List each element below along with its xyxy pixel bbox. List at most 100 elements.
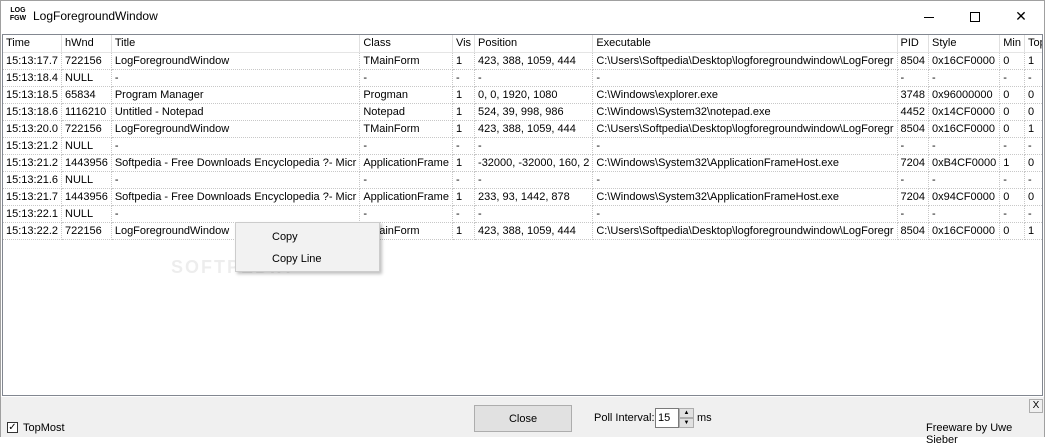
column-header-class[interactable]: Class — [359, 35, 453, 53]
column-header-pid[interactable]: PID — [897, 35, 930, 53]
cell-position: -32000, -32000, 160, 2 — [474, 154, 594, 172]
topmost-checkbox[interactable]: ✓ — [7, 422, 18, 433]
cell-style: - — [928, 137, 1001, 155]
table-row[interactable]: 15:13:21.2 NULL - - - - - - - - - — [3, 137, 1042, 155]
table-row[interactable]: 15:13:21.7 1443956 Softpedia - Free Downlo… — [3, 188, 1042, 206]
app-icon-text-top: LOG — [10, 7, 26, 14]
table-row[interactable]: 15:13:18.4 NULL - - - - - - - - - — [3, 69, 1042, 87]
cell-vis: 1 — [452, 188, 476, 206]
table-row[interactable]: 15:13:22.2 722156 LogForegroundWindow TMain… — [3, 222, 1042, 240]
cell-top: 0 — [1024, 103, 1042, 121]
column-header-time[interactable]: Time — [3, 35, 62, 53]
cell-min: 0 — [999, 52, 1025, 70]
cell-pid: 8504 — [897, 120, 930, 138]
cell-pid: 7204 — [897, 154, 930, 172]
context-menu: Copy Copy Line — [235, 222, 380, 272]
cell-hwnd: NULL — [61, 137, 112, 155]
minimize-button[interactable] — [906, 1, 952, 32]
close-icon: ✕ — [1015, 8, 1027, 24]
cell-vis: - — [452, 205, 476, 223]
cell-hwnd: NULL — [61, 171, 112, 189]
poll-spin-up-button[interactable]: ▲ — [679, 408, 694, 418]
cell-vis: 1 — [452, 222, 476, 240]
cell-vis: 1 — [452, 103, 476, 121]
cell-pid: 8504 — [897, 52, 930, 70]
cell-title: Untitled - Notepad — [111, 103, 361, 121]
cell-hwnd: 722156 — [61, 120, 112, 138]
cell-style: 0x16CF0000 — [928, 120, 1001, 138]
maximize-button[interactable] — [952, 1, 998, 32]
app-icon-text-bottom: FGW — [9, 15, 27, 22]
cell-min: 0 — [999, 86, 1025, 104]
cell-position: 423, 388, 1059, 444 — [474, 52, 594, 70]
cell-position: - — [474, 171, 594, 189]
cell-min: 1 — [999, 154, 1025, 172]
column-header-min[interactable]: Min — [999, 35, 1025, 53]
x-button[interactable]: X — [1029, 399, 1043, 413]
poll-spin-down-button[interactable]: ▼ — [679, 418, 694, 428]
column-header-vis[interactable]: Vis — [452, 35, 476, 53]
cell-pid: 8504 — [897, 222, 930, 240]
cell-vis: - — [452, 171, 476, 189]
cell-time: 15:13:17.7 — [3, 52, 62, 70]
table-row[interactable]: 15:13:21.6 NULL - - - - - - - - - — [3, 171, 1042, 189]
title-bar[interactable]: LOG FGW LogForegroundWindow ✕ — [1, 1, 1044, 32]
cell-style: - — [928, 205, 1001, 223]
topmost-label[interactable]: TopMost — [23, 422, 65, 434]
cell-position: - — [474, 137, 594, 155]
cell-top: - — [1024, 171, 1042, 189]
cell-class: ApplicationFrame — [359, 188, 453, 206]
context-menu-copy[interactable]: Copy — [236, 226, 379, 248]
close-window-button[interactable]: ✕ — [998, 1, 1044, 32]
cell-class: Notepad — [359, 103, 453, 121]
log-list[interactable]: Time hWnd Title Class Vis Position Execu… — [2, 34, 1043, 396]
cell-top: - — [1024, 137, 1042, 155]
table-row[interactable]: 15:13:21.2 1443956 Softpedia - Free Downlo… — [3, 154, 1042, 172]
cell-style: - — [928, 69, 1001, 87]
cell-title: Program Manager — [111, 86, 361, 104]
table-row[interactable]: 15:13:20.0 722156 LogForegroundWindow TMain… — [3, 120, 1042, 138]
cell-pid: - — [897, 137, 930, 155]
cell-time: 15:13:22.1 — [3, 205, 62, 223]
column-header-position[interactable]: Position — [474, 35, 594, 53]
cell-executable: - — [592, 69, 898, 87]
cell-position: 0, 0, 1920, 1080 — [474, 86, 594, 104]
cell-class: ApplicationFrame — [359, 154, 453, 172]
column-header-top[interactable]: Top — [1024, 35, 1042, 53]
cell-time: 15:13:20.0 — [3, 120, 62, 138]
cell-style: 0x96000000 — [928, 86, 1001, 104]
cell-time: 15:13:18.5 — [3, 86, 62, 104]
poll-interval-input[interactable] — [655, 408, 679, 428]
table-row[interactable]: 15:13:22.1 NULL - - - - - - - - - — [3, 205, 1042, 223]
table-row[interactable]: 15:13:18.5 65834 Program Manager Progman 1 0,… — [3, 86, 1042, 104]
column-header-executable[interactable]: Executable — [592, 35, 898, 53]
cell-pid: - — [897, 171, 930, 189]
cell-executable: C:\Users\Softpedia\Desktop\logforeground… — [592, 52, 898, 70]
column-header-hwnd[interactable]: hWnd — [61, 35, 112, 53]
cell-style: 0x94CF0000 — [928, 188, 1001, 206]
cell-hwnd: 1116210 — [61, 103, 112, 121]
cell-min: 0 — [999, 120, 1025, 138]
cell-executable: C:\Windows\System32\ApplicationFrameHost… — [592, 154, 898, 172]
cell-executable: C:\Users\Softpedia\Desktop\logforeground… — [592, 120, 898, 138]
table-row[interactable]: 15:13:17.7 722156 LogForegroundWindow TMain… — [3, 52, 1042, 70]
context-menu-copy-line[interactable]: Copy Line — [236, 248, 379, 270]
cell-min: - — [999, 137, 1025, 155]
cell-hwnd: 65834 — [61, 86, 112, 104]
credit-text: Freeware by Uwe Sieber — [926, 422, 1013, 446]
column-header-title[interactable]: Title — [111, 35, 361, 53]
footer-bar: X ✓ TopMost Close Poll Interval: ▲ ▼ ms … — [1, 397, 1044, 446]
cell-executable: C:\Windows\System32\ApplicationFrameHost… — [592, 188, 898, 206]
cell-class: - — [359, 205, 453, 223]
table-row[interactable]: 15:13:18.6 1116210 Untitled - Notepad Notep… — [3, 103, 1042, 121]
cell-class: - — [359, 171, 453, 189]
column-header-style[interactable]: Style — [928, 35, 1001, 53]
cell-top: 0 — [1024, 188, 1042, 206]
cell-style: 0x14CF0000 — [928, 103, 1001, 121]
close-button[interactable]: Close — [474, 405, 572, 432]
cell-class: - — [359, 137, 453, 155]
cell-pid: 4452 — [897, 103, 930, 121]
table-header-row: Time hWnd Title Class Vis Position Execu… — [3, 35, 1042, 53]
cell-top: 1 — [1024, 52, 1042, 70]
cell-title: LogForegroundWindow — [111, 120, 361, 138]
